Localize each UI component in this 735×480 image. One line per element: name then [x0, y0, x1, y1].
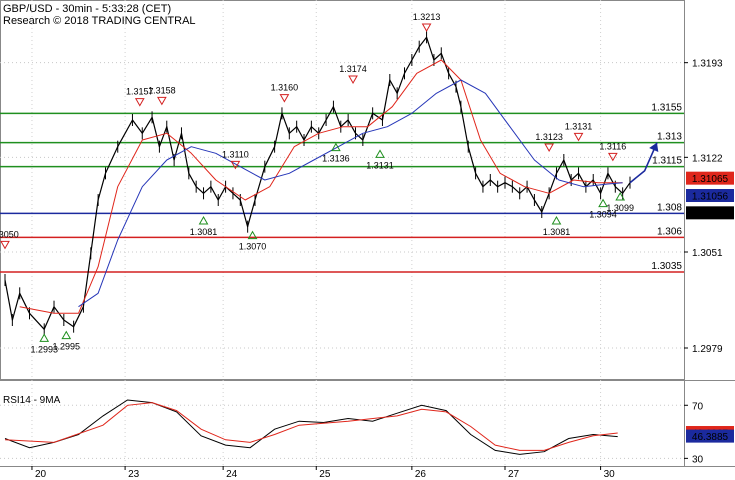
swing-low-label: 1.3136 — [322, 154, 350, 164]
chart-canvas: GBP/USD - 30min - 5:33:28 (CET) Research… — [0, 0, 735, 480]
chart-background — [0, 0, 735, 480]
price-tag-value: 1.3103 — [695, 209, 726, 220]
rsi-axis-tick-label: 70 — [692, 401, 704, 412]
swing-low-label: 1.2995 — [53, 342, 81, 352]
rsi-tag-value: 46.3885 — [692, 432, 729, 443]
price-tag-value: 1.31056 — [692, 192, 729, 203]
level-label-resistance: 1.3155 — [651, 102, 682, 113]
price-axis-tick-label: 1.3051 — [692, 248, 723, 259]
time-axis-label: 27 — [508, 469, 520, 480]
price-axis-tick-label: 1.3122 — [692, 153, 723, 164]
swing-high-label: 1.3158 — [148, 85, 176, 95]
time-axis-label: 30 — [604, 469, 616, 480]
swing-low-label: 1.3081 — [190, 227, 218, 237]
price-axis-tick-label: 1.2979 — [692, 344, 723, 355]
rsi-axis-tick-label: 30 — [692, 454, 704, 465]
level-label-resistance: 1.313 — [657, 132, 682, 143]
price-tag-value: 1.31065 — [692, 174, 729, 185]
level-label-resistance: 1.3115 — [652, 156, 682, 167]
swing-high-label: 1.3131 — [565, 121, 593, 131]
level-label-support: 1.3035 — [651, 261, 682, 272]
time-axis-label: 24 — [226, 469, 238, 480]
time-axis-label: 25 — [319, 469, 331, 480]
swing-high-label: 1.3116 — [599, 141, 626, 151]
swing-low-label: 1.3081 — [543, 227, 571, 237]
swing-high-label: 1.3110 — [222, 149, 249, 159]
swing-low-label: 1.3099 — [606, 203, 634, 213]
time-axis-label: 26 — [415, 469, 427, 480]
chart-header-title: GBP/USD - 30min - 5:33:28 (CET) — [3, 3, 171, 15]
swing-high-label: 1.3050 — [0, 229, 19, 239]
level-label-pivot: 1.308 — [657, 202, 682, 213]
swing-low-label: 1.3070 — [239, 242, 267, 252]
time-axis-label: 23 — [128, 469, 140, 480]
time-axis-label: 20 — [35, 469, 47, 480]
level-label-support: 1.306 — [657, 226, 682, 237]
swing-high-label: 1.3174 — [339, 64, 367, 74]
swing-high-label: 1.3160 — [271, 83, 299, 93]
swing-high-label: 1.3123 — [535, 132, 563, 142]
price-axis-tick-label: 1.3193 — [692, 59, 723, 70]
swing-low-label: 1.3131 — [366, 160, 394, 170]
swing-high-label: 1.3213 — [413, 12, 441, 22]
rsi-title: RSI14 - 9MA — [3, 395, 61, 406]
